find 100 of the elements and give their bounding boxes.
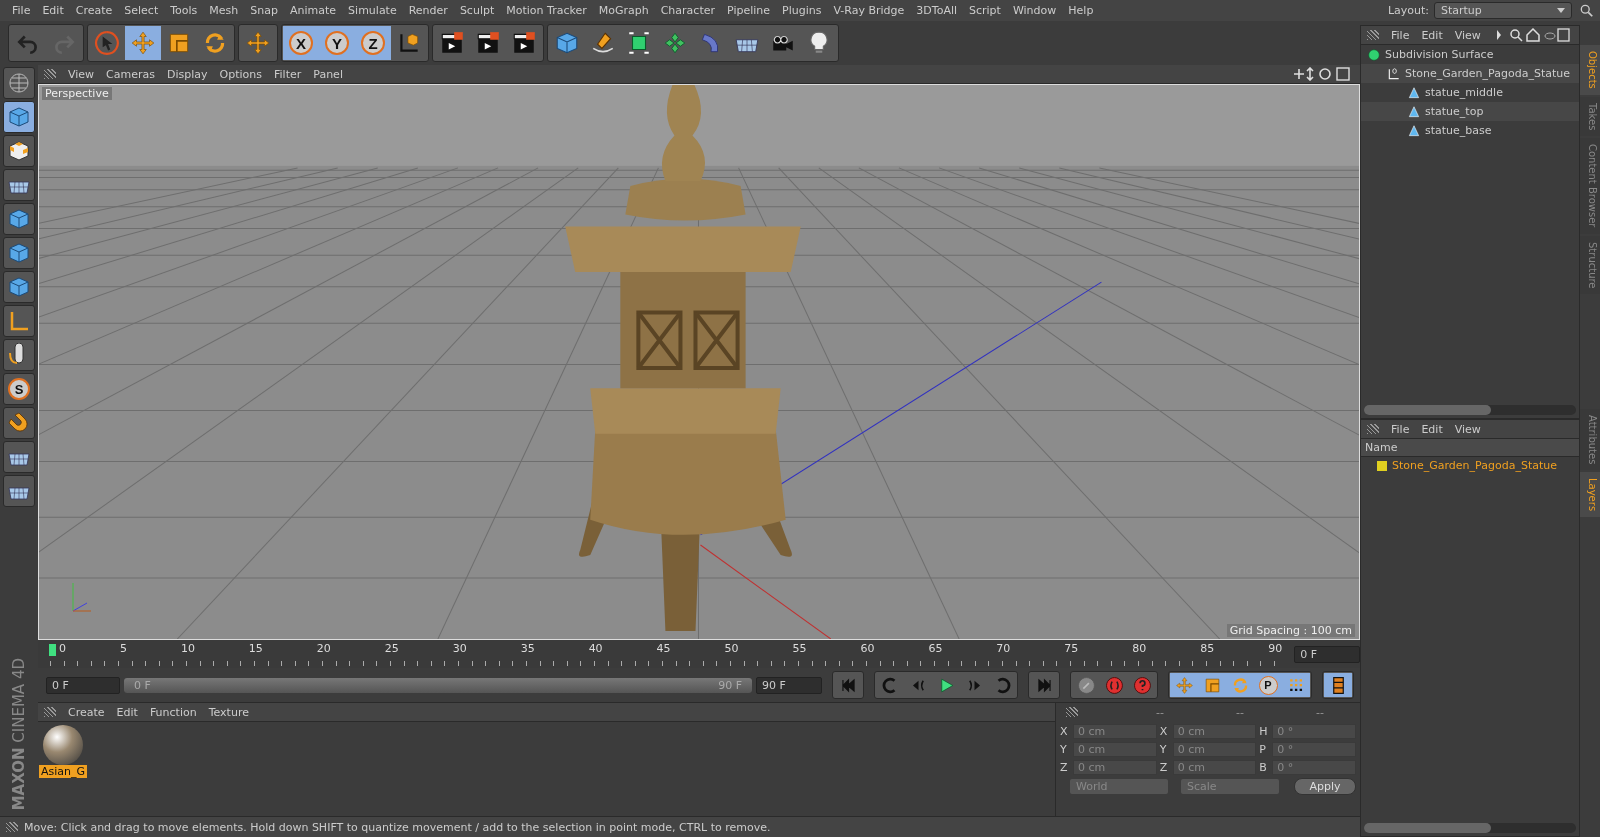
menu-item[interactable]: Simulate [342, 4, 403, 17]
pointer-icon [94, 30, 120, 56]
object-row[interactable]: statue_base [1361, 121, 1579, 140]
frame-number: 15 [248, 642, 263, 655]
mode-button[interactable] [3, 135, 35, 167]
menu-item[interactable]: Animate [284, 4, 343, 17]
object-row[interactable]: Subdivision Surface [1361, 45, 1579, 64]
mode-button[interactable] [3, 305, 35, 337]
caret-icon [1557, 8, 1565, 13]
panel-tools-drawing[interactable] [1495, 28, 1571, 42]
menu-item[interactable]: Create [69, 4, 119, 17]
mode-button[interactable] [3, 67, 35, 99]
menu-item[interactable]: Help [1062, 4, 1100, 17]
menu-item[interactable]: Pipeline [721, 4, 777, 17]
grip-icon [1367, 424, 1379, 434]
side-tab[interactable]: Layers [1580, 471, 1600, 517]
search-icon[interactable] [1580, 3, 1594, 18]
layer-row[interactable]: Stone_Garden_Pagoda_Statue [1361, 457, 1579, 474]
mode-button[interactable] [3, 441, 35, 473]
axis-label: X [1159, 725, 1169, 738]
menu-item[interactable]: View [1448, 28, 1487, 42]
frame-number: 75 [1064, 642, 1079, 655]
menu-item[interactable]: Texture [202, 705, 255, 719]
menu-item[interactable]: File [1385, 28, 1416, 42]
material-sphere-icon [43, 725, 83, 765]
menu-item[interactable]: Edit [36, 4, 70, 17]
apply-button[interactable]: Apply [1294, 778, 1356, 795]
snap-button[interactable]: S [3, 373, 35, 405]
menu-item[interactable]: Options [213, 67, 268, 81]
column-header[interactable]: Name [1361, 439, 1579, 457]
menu-item[interactable]: File [1385, 422, 1416, 436]
axis-label: Z [1060, 761, 1069, 774]
menu-item[interactable]: Filter [268, 67, 308, 81]
layout-dropdown[interactable]: Startup [1434, 2, 1572, 19]
menu-item[interactable]: Window [1006, 4, 1063, 17]
mode-button[interactable] [3, 407, 35, 439]
menu-item[interactable]: Create [62, 705, 111, 719]
horizontal-scrollbar[interactable] [1364, 405, 1576, 415]
mode-button[interactable] [3, 271, 35, 303]
navigation-icons-drawing[interactable] [1292, 67, 1352, 81]
menu-item[interactable]: Tools [164, 4, 204, 17]
menu-item[interactable]: Cameras [100, 67, 161, 81]
key-icon [1076, 675, 1096, 695]
mode-button[interactable] [3, 169, 35, 201]
playback-button[interactable]: P [1254, 673, 1282, 697]
start-frame-field[interactable]: 0 F [46, 676, 120, 694]
clapperboard-icon [511, 30, 537, 56]
menu-item[interactable]: Function [143, 705, 203, 719]
menu-item[interactable]: Display [161, 67, 214, 81]
mode-button[interactable] [3, 237, 35, 269]
menu-item[interactable]: File [6, 4, 37, 17]
viewport[interactable]: Perspective Grid Spacing : 100 cm [38, 84, 1360, 640]
object-row[interactable]: statue_middle [1361, 83, 1579, 102]
menu-item[interactable]: View [62, 67, 101, 81]
object-row[interactable]: Stone_Garden_Pagoda_Statue [1361, 64, 1579, 83]
menu-item[interactable]: Character [654, 4, 721, 17]
menu-item[interactable]: View [1448, 422, 1487, 436]
mode-button[interactable] [3, 101, 35, 133]
menu-item[interactable]: Edit [110, 705, 144, 719]
axis-label: X [1060, 725, 1069, 738]
menu-item[interactable]: Edit [1415, 28, 1449, 42]
menu-item[interactable]: 3DToAll [910, 4, 963, 17]
axis-toggle-button[interactable]: Y [319, 26, 355, 60]
axis-toggle-button[interactable]: Z [355, 26, 391, 60]
menu-item[interactable]: Render [402, 4, 454, 17]
menu-item[interactable]: Edit [1415, 422, 1449, 436]
side-tab[interactable]: Objects [1580, 45, 1600, 95]
cube-icon [7, 275, 31, 299]
horizontal-scrollbar[interactable] [1364, 823, 1576, 833]
magnet-icon [7, 411, 31, 435]
axis-toggle-button[interactable]: X [283, 26, 319, 60]
menu-item[interactable]: Script [963, 4, 1007, 17]
axis-label: P [1259, 743, 1267, 756]
menu-item[interactable]: V-Ray Bridge [827, 4, 911, 17]
menu-item[interactable]: MoGraph [592, 4, 655, 17]
frame-number: 0 [59, 642, 66, 655]
menu-item[interactable]: Snap [244, 4, 284, 17]
end-frame-field[interactable]: 90 F [756, 676, 822, 694]
frame-number: 40 [588, 642, 603, 655]
flower-icon [662, 30, 688, 56]
menu-item[interactable]: Select [118, 4, 165, 17]
menu-item[interactable]: Sculpt [453, 4, 501, 17]
frame-number: 80 [1132, 642, 1147, 655]
menu-item[interactable]: Motion Tracker [500, 4, 593, 17]
mode-button[interactable] [3, 339, 35, 371]
cube-icon [7, 207, 31, 231]
menu-item[interactable]: Plugins [776, 4, 828, 17]
menu-item[interactable]: Panel [307, 67, 349, 81]
menu-item[interactable]: Mesh [203, 4, 245, 17]
cube-icon [554, 30, 580, 56]
grip-icon [1066, 707, 1078, 717]
mode-button[interactable] [3, 475, 35, 507]
axis-label: Y [1159, 743, 1168, 756]
clapperboard-icon [475, 30, 501, 56]
axis-label: B [1259, 761, 1268, 774]
framed-cube-icon [626, 30, 652, 56]
mode-button[interactable] [3, 203, 35, 235]
object-row[interactable]: statue_top [1361, 102, 1579, 121]
current-frame-field[interactable]: 0 F [1294, 645, 1360, 663]
move-arrows-icon [1174, 675, 1194, 695]
